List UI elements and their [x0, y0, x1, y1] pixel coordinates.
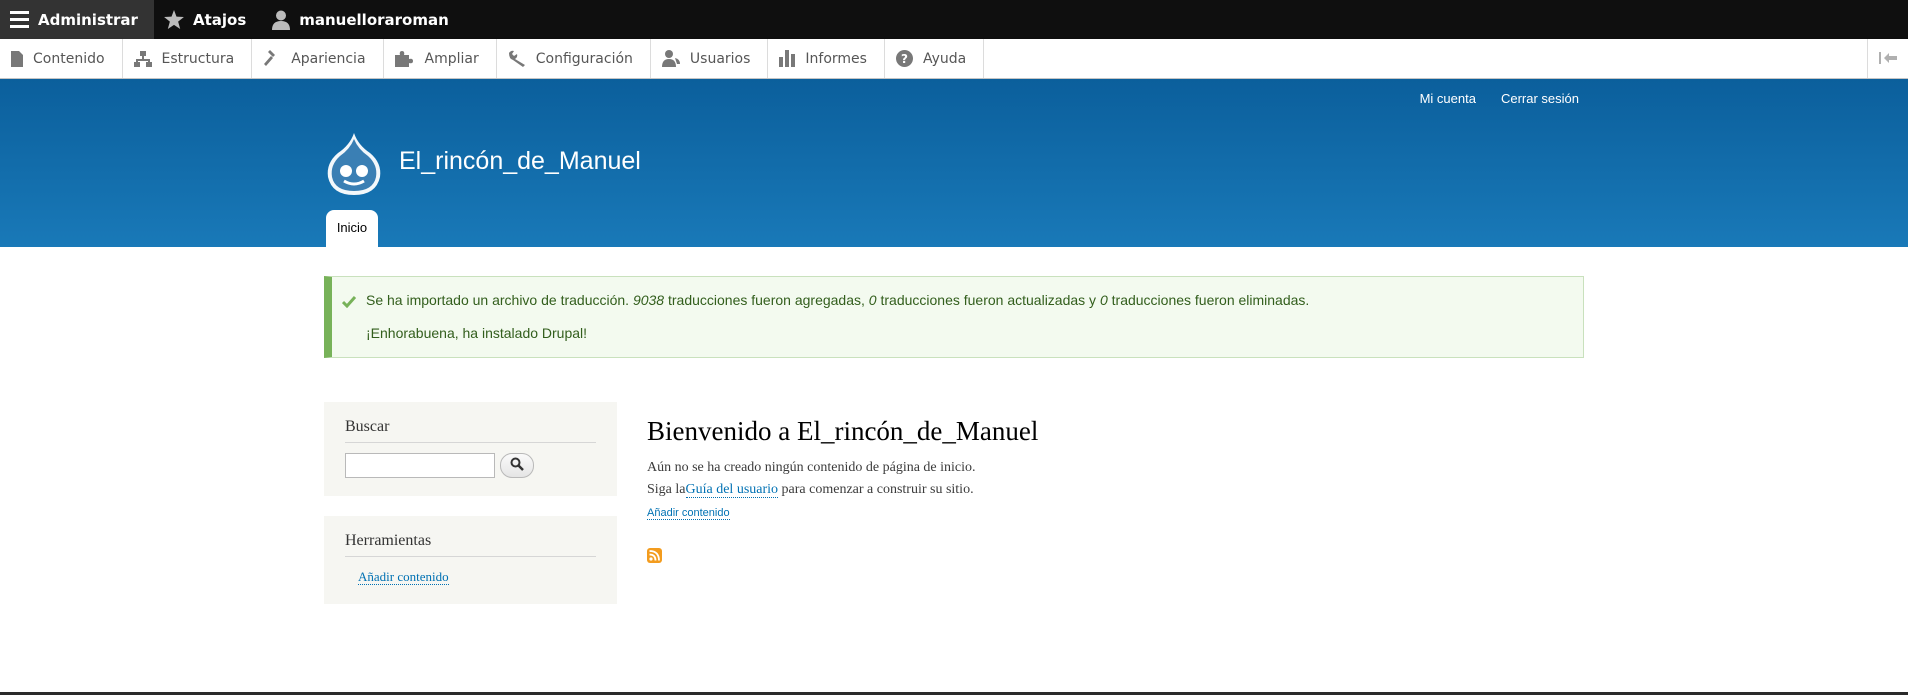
toolbar-user-label: manuelloraroman	[299, 10, 449, 29]
toolbar-shortcuts-tab[interactable]: Atajos	[154, 0, 262, 39]
message-text: traducciones fueron agregadas,	[664, 292, 869, 308]
bar-chart-icon	[779, 50, 796, 67]
added-count: 9038	[632, 292, 665, 308]
site-name[interactable]: El_rincón_de_Manuel	[399, 147, 641, 176]
search-block-title: Buscar	[345, 418, 596, 443]
tab-home[interactable]: Inicio	[326, 210, 378, 248]
tray-item-apariencia[interactable]: Apariencia	[252, 39, 384, 78]
tray-item-label: Apariencia	[291, 50, 366, 67]
message-text: traducciones fueron actualizadas y	[876, 292, 1100, 308]
toolbar-shortcuts-label: Atajos	[192, 10, 247, 29]
toolbar-administer-label: Administrar	[38, 10, 138, 29]
wrench-icon	[508, 50, 526, 67]
status-message: Se ha importado un archivo de traducción…	[324, 276, 1584, 358]
tray-item-label: Usuarios	[689, 50, 751, 67]
tray-item-label: Contenido	[33, 50, 105, 67]
collapse-arrow-icon	[1879, 49, 1897, 68]
main-content: Bienvenido a El_rincón_de_Manuel Aún no …	[647, 416, 1547, 563]
site-header: Mi cuenta Cerrar sesión El_rincón_de_Man…	[0, 79, 1908, 248]
user-icon	[272, 10, 291, 30]
my-account-link[interactable]: Mi cuenta	[1420, 91, 1476, 106]
help-icon: ?	[895, 50, 913, 67]
toolbar-tray: Contenido Estructura Apariencia Ampliar …	[0, 39, 1908, 79]
file-icon	[11, 50, 23, 67]
message-text: traducciones fueron eliminadas.	[1107, 292, 1310, 308]
toolbar-user-tab[interactable]: manuelloraroman	[262, 0, 465, 39]
puzzle-icon	[394, 50, 415, 67]
toolbar-orientation-toggle[interactable]	[1867, 39, 1908, 78]
tray-item-ayuda[interactable]: ? Ayuda	[885, 39, 985, 78]
sitemap-icon	[133, 50, 152, 67]
deleted-count: 0	[1099, 292, 1108, 308]
tray-item-label: Informes	[805, 50, 867, 67]
search-form	[345, 453, 596, 478]
tools-block-title: Herramientas	[345, 532, 596, 557]
tools-block: Herramientas Añadir contenido	[324, 516, 617, 604]
tray-item-estructura[interactable]: Estructura	[123, 39, 253, 78]
paintbrush-icon	[263, 50, 281, 67]
secondary-menu: Mi cuenta Cerrar sesión	[1420, 91, 1579, 106]
tray-item-label: Configuración	[535, 50, 633, 67]
tray-item-label: Ayuda	[922, 50, 967, 67]
site-branding: El_rincón_de_Manuel	[324, 131, 641, 197]
rss-feed-icon[interactable]	[647, 548, 662, 563]
admin-toolbar: Administrar Atajos manuelloraroman	[0, 0, 1908, 39]
page-title: Bienvenido a El_rincón_de_Manuel	[647, 416, 1039, 446]
message-congrats: ¡Enhorabuena, ha instalado Drupal!	[366, 325, 588, 341]
tray-item-label: Ampliar	[424, 50, 479, 67]
svg-text:?: ?	[901, 52, 908, 66]
tray-item-ampliar[interactable]: Ampliar	[384, 39, 497, 78]
updated-count: 0	[868, 292, 877, 308]
add-content-link[interactable]: Añadir contenido	[647, 507, 730, 520]
logout-link[interactable]: Cerrar sesión	[1501, 91, 1579, 106]
checkmark-icon	[341, 293, 357, 312]
user-guide-prefix: Siga la	[647, 482, 686, 497]
user-guide-suffix: para comenzar a construir su sitio.	[778, 482, 974, 497]
tray-item-label: Estructura	[161, 50, 235, 67]
user-guide-text: Siga laGuía del usuario para comenzar a …	[647, 479, 1547, 501]
tray-item-contenido[interactable]: Contenido	[0, 39, 123, 78]
message-text: Se ha importado un archivo de traducción…	[366, 292, 633, 308]
message-translation-import: Se ha importado un archivo de traducción…	[366, 292, 1309, 308]
search-button[interactable]	[500, 453, 534, 478]
sidebar-add-content-link[interactable]: Añadir contenido	[358, 569, 449, 585]
toolbar-administer-tab[interactable]: Administrar	[0, 0, 154, 39]
search-icon	[510, 456, 524, 475]
search-input[interactable]	[345, 453, 495, 478]
tray-item-usuarios[interactable]: Usuarios	[651, 39, 769, 78]
search-block: Buscar	[324, 402, 617, 496]
people-icon	[661, 50, 680, 67]
no-content-text: Aún no se ha creado ningún contenido de …	[647, 460, 976, 475]
star-icon	[164, 10, 184, 29]
tray-item-informes[interactable]: Informes	[768, 39, 885, 78]
user-guide-link[interactable]: Guía del usuario	[685, 482, 779, 498]
drupal-logo[interactable]	[324, 131, 384, 197]
hamburger-menu-icon	[10, 11, 29, 28]
tray-item-configuracion[interactable]: Configuración	[497, 39, 651, 78]
